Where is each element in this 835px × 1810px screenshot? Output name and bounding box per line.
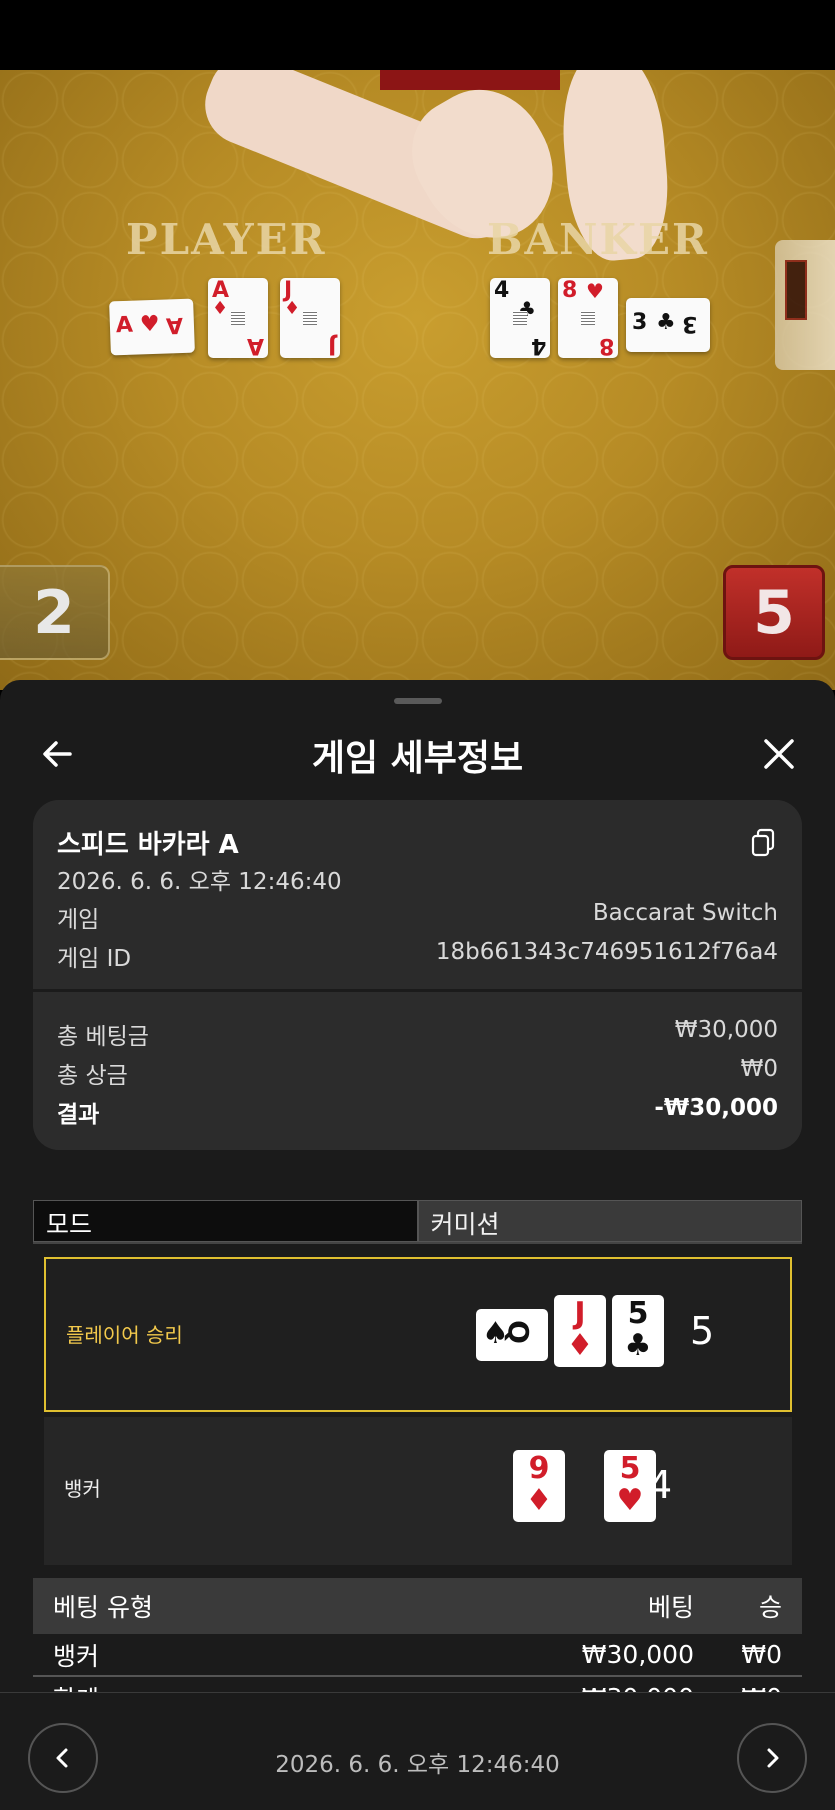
player-score-badge: 2 — [0, 565, 110, 660]
video-banker-card-1: 4 ♣ 4 — [490, 278, 550, 358]
result-label: 결과 — [57, 1102, 100, 1128]
game-details-sheet: 게임 세부정보 스피드 바카라 A 2026. 6. 6. 오후 12:46:4… — [0, 680, 835, 1810]
banker-score-badge: 5 — [723, 565, 825, 660]
bet-type-cell: 뱅커 — [53, 1641, 100, 1671]
game-id-value: 18b661343c746951612f76a4 — [435, 939, 778, 965]
win-amount-cell: ₩0 — [741, 1640, 782, 1669]
back-button[interactable] — [36, 732, 80, 776]
sheet-drag-handle[interactable] — [394, 698, 442, 704]
tab-mode[interactable]: 모드 — [33, 1200, 418, 1242]
game-id-row: 게임 ID 18b661343c746951612f76a4 — [57, 939, 778, 972]
result-player-card-2: J ♦ — [554, 1295, 606, 1367]
close-icon — [764, 739, 794, 769]
col-bet: 베팅 — [647, 1593, 694, 1622]
table-row: 뱅커 ₩30,000 ₩0 — [33, 1634, 802, 1677]
total-bet-row: 총 베팅금 ₩30,000 — [57, 1017, 778, 1050]
page-title: 게임 세부정보 — [311, 738, 524, 779]
sheet-header: 게임 세부정보 — [0, 720, 835, 790]
card-shoe — [775, 240, 835, 370]
video-banker-card-3: 3 ♣ 3 — [626, 298, 710, 352]
next-game-button[interactable] — [737, 1723, 807, 1793]
live-video-stream: PLAYER BANKER A ♥ A A ♦ A J ♦ J 4 ♣ 4 8 … — [0, 70, 835, 690]
game-info-section: 스피드 바카라 A 2026. 6. 6. 오후 12:46:40 게임 Bac… — [33, 800, 802, 992]
total-win-row: 총 상금 ₩0 — [57, 1056, 778, 1089]
banker-table-label: BANKER — [487, 215, 709, 264]
game-row: 게임 Baccarat Switch — [57, 900, 778, 933]
total-bet-label: 총 베팅금 — [57, 1024, 149, 1050]
game-id-label: 게임 ID — [57, 946, 132, 972]
bet-amount-cell: ₩30,000 — [581, 1640, 694, 1669]
banker-result-row: 뱅커 9 ♦ 5 ♥ 4 — [44, 1417, 792, 1565]
footer-nav: 2026. 6. 6. 오후 12:46:40 — [0, 1692, 835, 1810]
chevron-right-icon — [767, 1748, 779, 1768]
banker-label: 뱅커 — [64, 1477, 101, 1501]
game-datetime: 2026. 6. 6. 오후 12:46:40 — [57, 869, 342, 895]
total-win-value: ₩0 — [740, 1056, 778, 1082]
bet-summary-section: 총 베팅금 ₩30,000 총 상금 ₩0 결과 -₩30,000 — [33, 995, 802, 1150]
result-player-card-3: 5 ♣ — [612, 1295, 664, 1367]
player-result-row: 플레이어 승리 ♠ Q J ♦ 5 ♣ 5 — [44, 1257, 792, 1412]
close-button[interactable] — [757, 732, 801, 776]
tab-commission[interactable]: 커미션 — [417, 1200, 802, 1242]
result-player-card-1: ♠ Q — [476, 1309, 548, 1361]
col-win: 승 — [758, 1593, 782, 1622]
video-player-card-1: A ♥ A — [109, 298, 195, 356]
player-total: 5 — [690, 1309, 715, 1353]
arrow-left-icon — [43, 741, 72, 767]
copy-button[interactable] — [750, 828, 776, 858]
game-name: 스피드 바카라 A — [57, 830, 239, 860]
bet-table-header: 베팅 유형 베팅 승 — [33, 1578, 802, 1634]
result-value: -₩30,000 — [654, 1095, 778, 1121]
video-banker-card-2: 8 ♥ 8 — [558, 278, 618, 358]
player-table-label: PLAYER — [126, 215, 327, 264]
banker-total: 4 — [648, 1463, 673, 1507]
total-bet-value: ₩30,000 — [674, 1017, 778, 1043]
game-value: Baccarat Switch — [592, 900, 778, 926]
game-summary-card: 스피드 바카라 A 2026. 6. 6. 오후 12:46:40 게임 Bac… — [33, 800, 802, 1150]
footer-datetime: 2026. 6. 6. 오후 12:46:40 — [275, 1752, 560, 1778]
player-win-label: 플레이어 승리 — [66, 1323, 183, 1347]
copy-icon — [751, 828, 775, 857]
video-player-card-2: A ♦ A — [208, 278, 268, 358]
mode-tabs: 모드 커미션 — [33, 1200, 802, 1244]
col-bet-type: 베팅 유형 — [53, 1593, 153, 1622]
result-banker-card-1: 9 ♦ — [513, 1450, 565, 1522]
dealer-sleeve — [380, 70, 560, 90]
total-win-label: 총 상금 — [57, 1063, 128, 1089]
result-row: 결과 -₩30,000 — [57, 1095, 778, 1128]
video-player-card-3: J ♦ J — [280, 278, 340, 358]
game-label: 게임 — [57, 907, 100, 933]
